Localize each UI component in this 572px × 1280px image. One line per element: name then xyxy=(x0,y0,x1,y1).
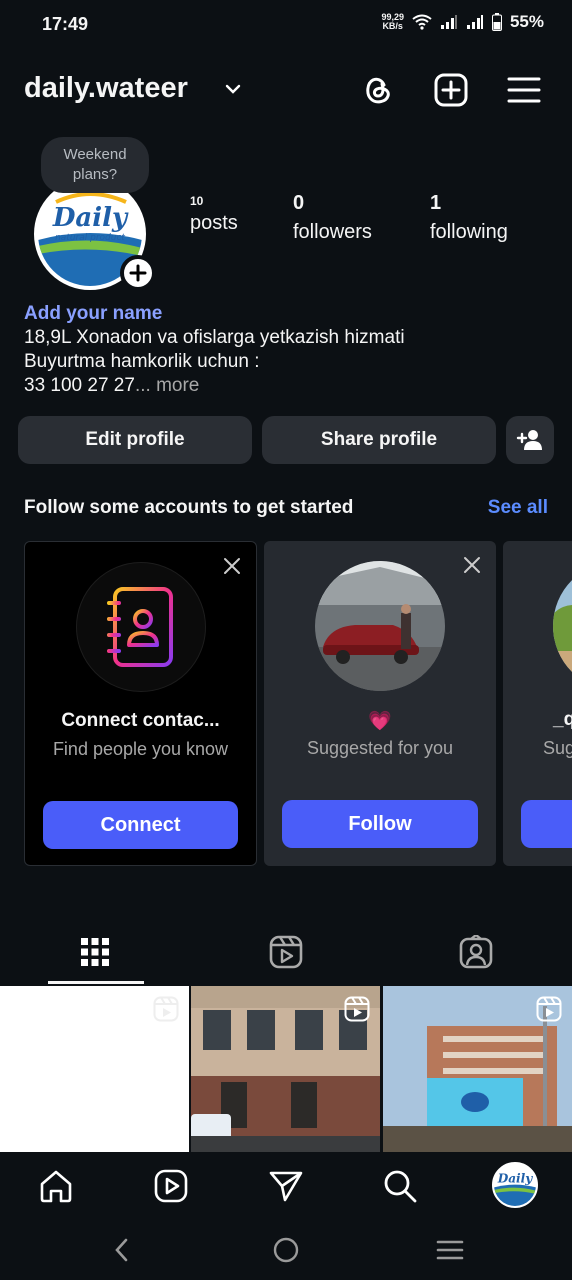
network-speed: 99,29 KB/s xyxy=(381,12,404,31)
system-recents-button[interactable] xyxy=(432,1232,468,1268)
bottom-navigation: Daily xyxy=(0,1152,572,1220)
plus-icon xyxy=(129,264,147,282)
bio-line: 18,9L Xonadon va ofislarga yetkazish hiz… xyxy=(24,327,405,348)
followers-label: followers xyxy=(293,221,372,243)
note-bubble[interactable]: Weekend plans? xyxy=(41,137,149,193)
profile-bio: Add your name 18,9L Xonadon va ofislarga… xyxy=(24,302,554,398)
svg-text:Daily: Daily xyxy=(52,203,129,233)
tagged-icon xyxy=(459,935,493,969)
suggested-user-avatar[interactable] xyxy=(315,561,445,691)
status-time: 17:49 xyxy=(42,14,89,34)
wifi-icon xyxy=(412,14,432,30)
connect-button[interactable]: Connect xyxy=(43,801,238,849)
svg-text:Daily: Daily xyxy=(497,1172,534,1186)
discover-people-button[interactable] xyxy=(506,416,554,464)
card-title-emoji: 💗 xyxy=(368,711,392,732)
nav-search[interactable] xyxy=(380,1166,420,1206)
status-icons: 99,29 KB/s 55% xyxy=(381,12,544,32)
back-chevron-icon xyxy=(115,1238,128,1262)
status-bar: 17:49 99,29 KB/s 55% xyxy=(0,0,572,50)
signal-icon-1 xyxy=(440,15,457,29)
posts-count: 10 xyxy=(190,194,204,208)
reels-icon xyxy=(269,935,303,969)
followers-count: 0 xyxy=(293,192,305,214)
threads-icon[interactable] xyxy=(360,72,396,108)
battery-icon xyxy=(491,13,502,31)
nav-messages[interactable] xyxy=(266,1166,306,1206)
search-icon xyxy=(384,1170,417,1203)
card-title: Connect contac... xyxy=(61,710,220,731)
contacts-icon-circle xyxy=(75,562,206,692)
profile-content-tabs xyxy=(0,920,572,984)
close-icon[interactable] xyxy=(222,556,242,576)
grid-post[interactable] xyxy=(191,986,380,1152)
tab-reels[interactable] xyxy=(191,920,381,984)
user-photo xyxy=(553,561,572,691)
signal-icon-2 xyxy=(466,15,483,29)
bio-phone: 33 100 27 27 xyxy=(24,375,135,396)
follow-button[interactable]: Follow xyxy=(282,800,478,848)
following-label: following xyxy=(430,221,508,243)
suggestion-card-connect-contacts: Connect contac... Find people you know C… xyxy=(24,541,257,866)
username-switcher[interactable]: daily.wateer xyxy=(24,72,188,105)
nav-reels[interactable] xyxy=(151,1166,191,1206)
card-subtitle: Sug xyxy=(543,738,572,758)
add-story-button[interactable] xyxy=(120,255,156,291)
following-stat[interactable]: 1 following xyxy=(430,192,508,244)
followers-stat[interactable]: 0 followers xyxy=(293,192,372,244)
add-person-icon xyxy=(516,430,542,450)
reel-badge-icon xyxy=(536,996,562,1022)
posts-label: posts xyxy=(190,212,238,234)
recents-lines-icon xyxy=(436,1240,464,1260)
contacts-book-icon xyxy=(106,587,173,667)
suggestion-card-user-partial: _q Sug xyxy=(503,541,572,866)
tab-tagged[interactable] xyxy=(381,920,571,984)
posts-grid xyxy=(0,986,572,1152)
reels-icon xyxy=(154,1169,188,1203)
reel-badge-icon xyxy=(153,996,179,1022)
card-title: _q xyxy=(553,709,572,730)
posts-stat[interactable]: 10 posts xyxy=(190,194,238,235)
tab-posts-grid[interactable] xyxy=(0,920,190,984)
edit-profile-button[interactable]: Edit profile xyxy=(18,416,252,464)
see-all-link[interactable]: See all xyxy=(488,497,548,519)
bio-line: 33 100 27 27... more xyxy=(24,374,554,398)
following-count: 1 xyxy=(430,192,442,214)
card-subtitle: Suggested for you xyxy=(306,738,454,758)
bio-more-link[interactable]: ... more xyxy=(135,375,199,396)
system-back-button[interactable] xyxy=(104,1232,140,1268)
reel-badge-icon xyxy=(344,996,370,1022)
active-tab-indicator xyxy=(48,981,144,984)
nav-profile-avatar[interactable]: Daily xyxy=(492,1162,538,1208)
send-icon xyxy=(269,1171,303,1202)
battery-percentage: 55% xyxy=(509,12,544,31)
grid-post[interactable] xyxy=(0,986,189,1152)
nav-home[interactable] xyxy=(36,1166,76,1206)
suggestions-heading: Follow some accounts to get started xyxy=(24,497,354,518)
add-name-link[interactable]: Add your name xyxy=(24,302,554,326)
follow-button[interactable] xyxy=(521,800,572,848)
create-post-icon[interactable] xyxy=(433,72,469,108)
chevron-down-icon[interactable] xyxy=(222,78,244,100)
grid-icon xyxy=(81,938,109,966)
car-photo xyxy=(315,561,445,691)
bio-line: Buyurtma hamkorlik uchun : xyxy=(24,351,260,372)
close-icon[interactable] xyxy=(462,555,482,575)
menu-icon[interactable] xyxy=(506,72,542,108)
system-navigation xyxy=(0,1220,572,1280)
svg-text:natural product: natural product xyxy=(55,233,125,243)
share-profile-button[interactable]: Share profile xyxy=(262,416,496,464)
system-home-button[interactable] xyxy=(268,1232,304,1268)
suggested-user-avatar[interactable] xyxy=(553,561,572,691)
suggestions-header: Follow some accounts to get started See … xyxy=(24,497,548,519)
home-icon xyxy=(40,1170,72,1203)
home-circle-icon xyxy=(273,1237,299,1263)
card-subtitle: Find people you know xyxy=(52,739,229,759)
suggestion-card-user: 💗 Suggested for you Follow xyxy=(264,541,496,866)
profile-header: daily.wateer xyxy=(0,66,572,114)
profile-avatar-icon: Daily xyxy=(494,1164,536,1206)
grid-post[interactable] xyxy=(383,986,572,1152)
